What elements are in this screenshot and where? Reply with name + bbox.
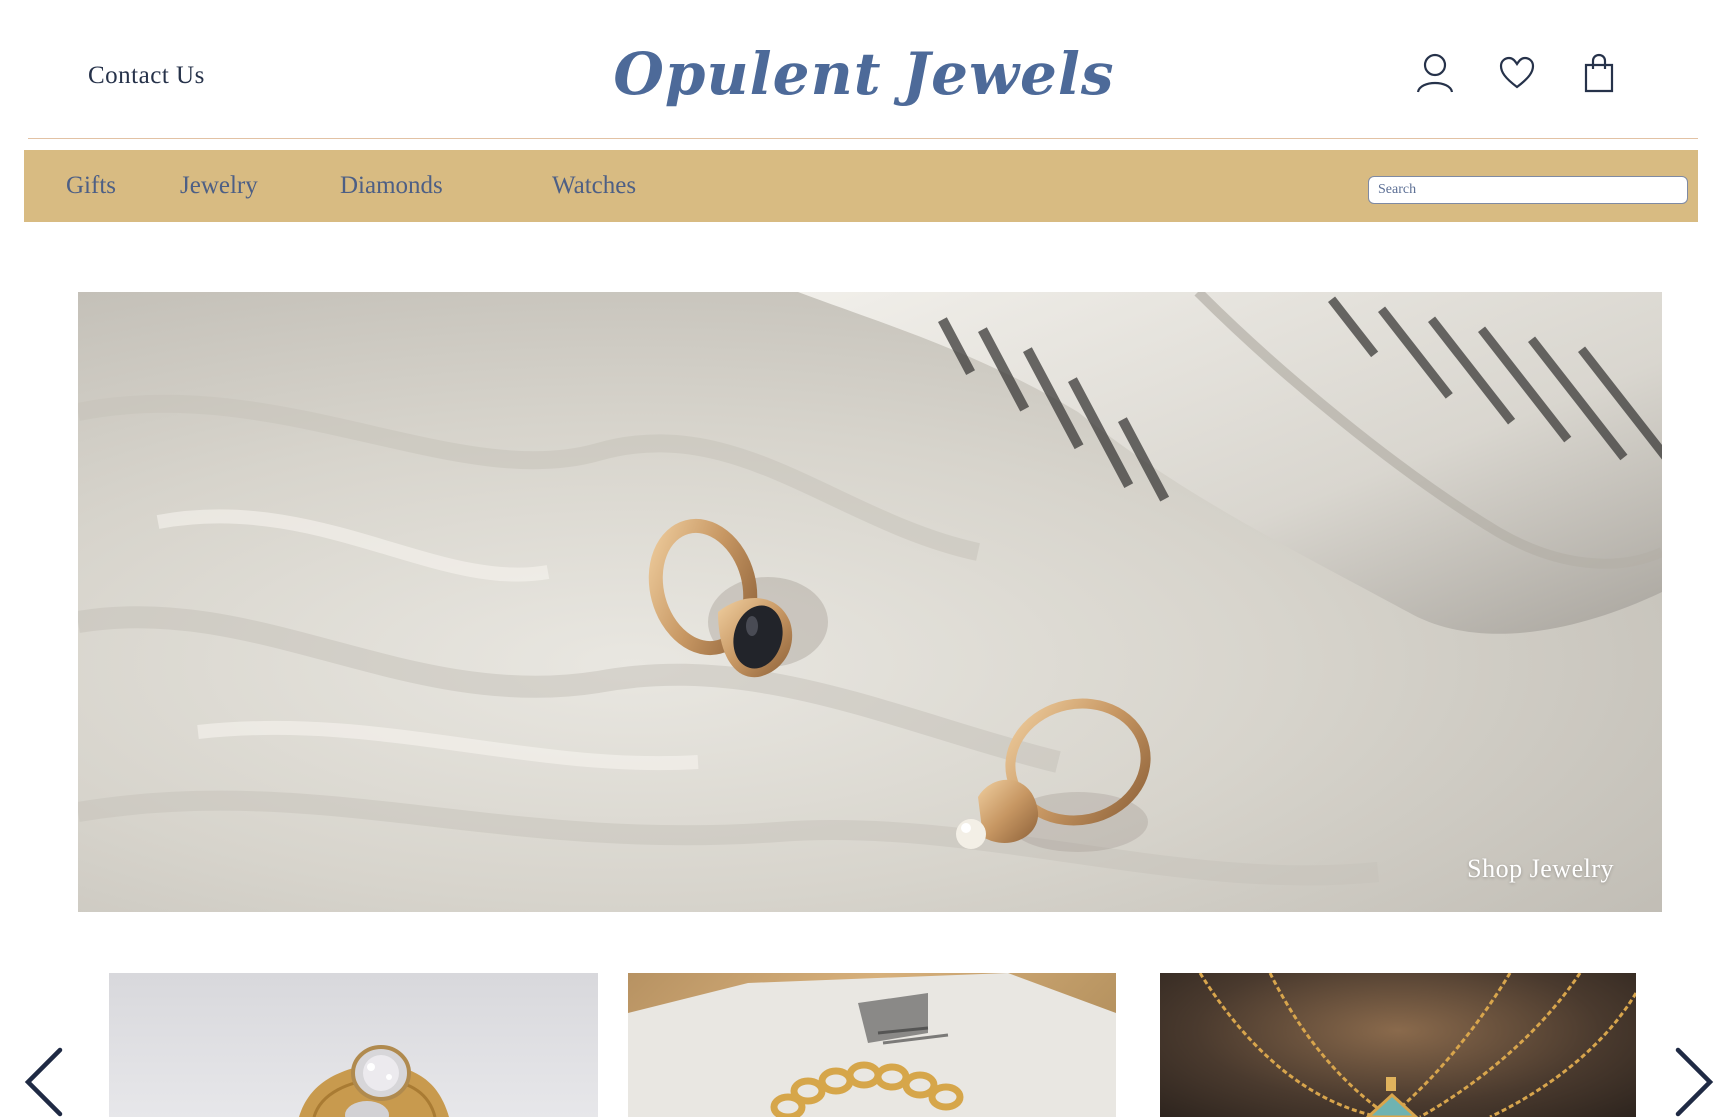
product-card-gold-necklace[interactable] (1160, 973, 1636, 1117)
chevron-right-icon[interactable] (1670, 1046, 1716, 1117)
main-nav: Gifts Jewelry Diamonds Watches (24, 150, 1698, 222)
header-actions (1416, 52, 1618, 94)
shop-jewelry-link[interactable]: Shop Jewelry (1467, 854, 1614, 884)
search-input[interactable] (1368, 176, 1688, 204)
heart-icon[interactable] (1498, 52, 1536, 94)
product-card-diamond-rings[interactable] (109, 973, 598, 1117)
chevron-left-icon[interactable] (22, 1046, 68, 1117)
nav-item-watches[interactable]: Watches (552, 172, 636, 200)
nav-item-gifts[interactable]: Gifts (66, 172, 116, 200)
hero-image (78, 292, 1662, 886)
hero-banner[interactable]: Shop Jewelry (78, 292, 1662, 912)
nav-item-jewelry[interactable]: Jewelry (180, 172, 258, 200)
product-image (628, 973, 1116, 1117)
product-image (1198, 973, 1636, 1117)
nav-item-diamonds[interactable]: Diamonds (340, 172, 443, 200)
product-card-gold-bracelet[interactable] (628, 973, 1116, 1117)
product-image (299, 1045, 449, 1117)
header-divider (28, 138, 1698, 139)
shopping-bag-icon[interactable] (1580, 52, 1618, 94)
user-icon[interactable] (1416, 52, 1454, 94)
